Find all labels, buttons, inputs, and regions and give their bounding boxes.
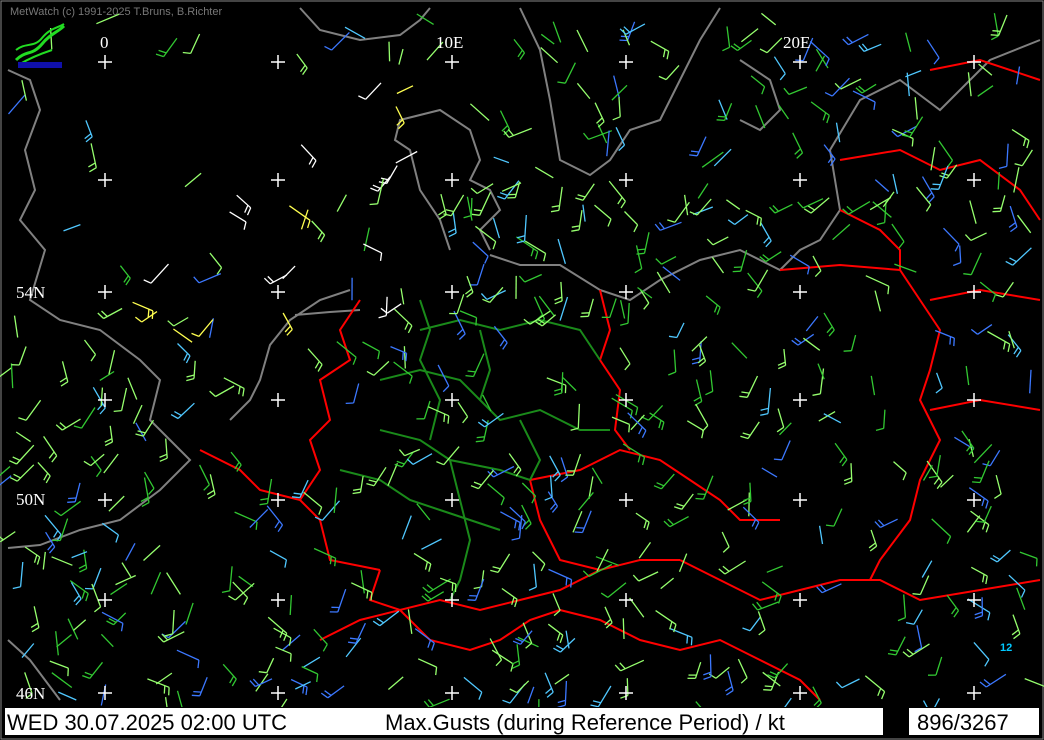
lon-label-10e: 10E xyxy=(436,33,464,52)
wind-barb xyxy=(622,618,625,640)
count-separator xyxy=(883,708,909,735)
lat-label-54n: 54N xyxy=(16,283,46,302)
wind-barb xyxy=(403,346,406,369)
status-bar: WED 30.07.2025 02:00 UTC Max.Gusts (duri… xyxy=(4,707,1040,736)
lat-label-50n: 50N xyxy=(16,490,46,509)
copyright-text: MetWatch (c) 1991-2025 T.Bruns, B.Richte… xyxy=(10,6,223,18)
weather-map[interactable] xyxy=(0,0,1044,740)
lat-label-46n: 46N xyxy=(16,684,46,703)
lon-label-20e: 20E xyxy=(783,33,811,52)
wind-barb xyxy=(388,41,391,62)
datetime-label: WED 30.07.2025 02:00 UTC xyxy=(7,710,288,735)
station-value-mark: 12 xyxy=(1000,642,1013,654)
lon-label-0: 0 xyxy=(100,33,109,52)
parameter-title: Max.Gusts (during Reference Period) / kt xyxy=(385,710,785,735)
metwatch-logo-icon xyxy=(14,23,66,68)
station-count: 896/3267 xyxy=(917,710,1009,735)
map-frame: MetWatch (c) 1991-2025 T.Bruns, B.Richte… xyxy=(0,0,1044,740)
